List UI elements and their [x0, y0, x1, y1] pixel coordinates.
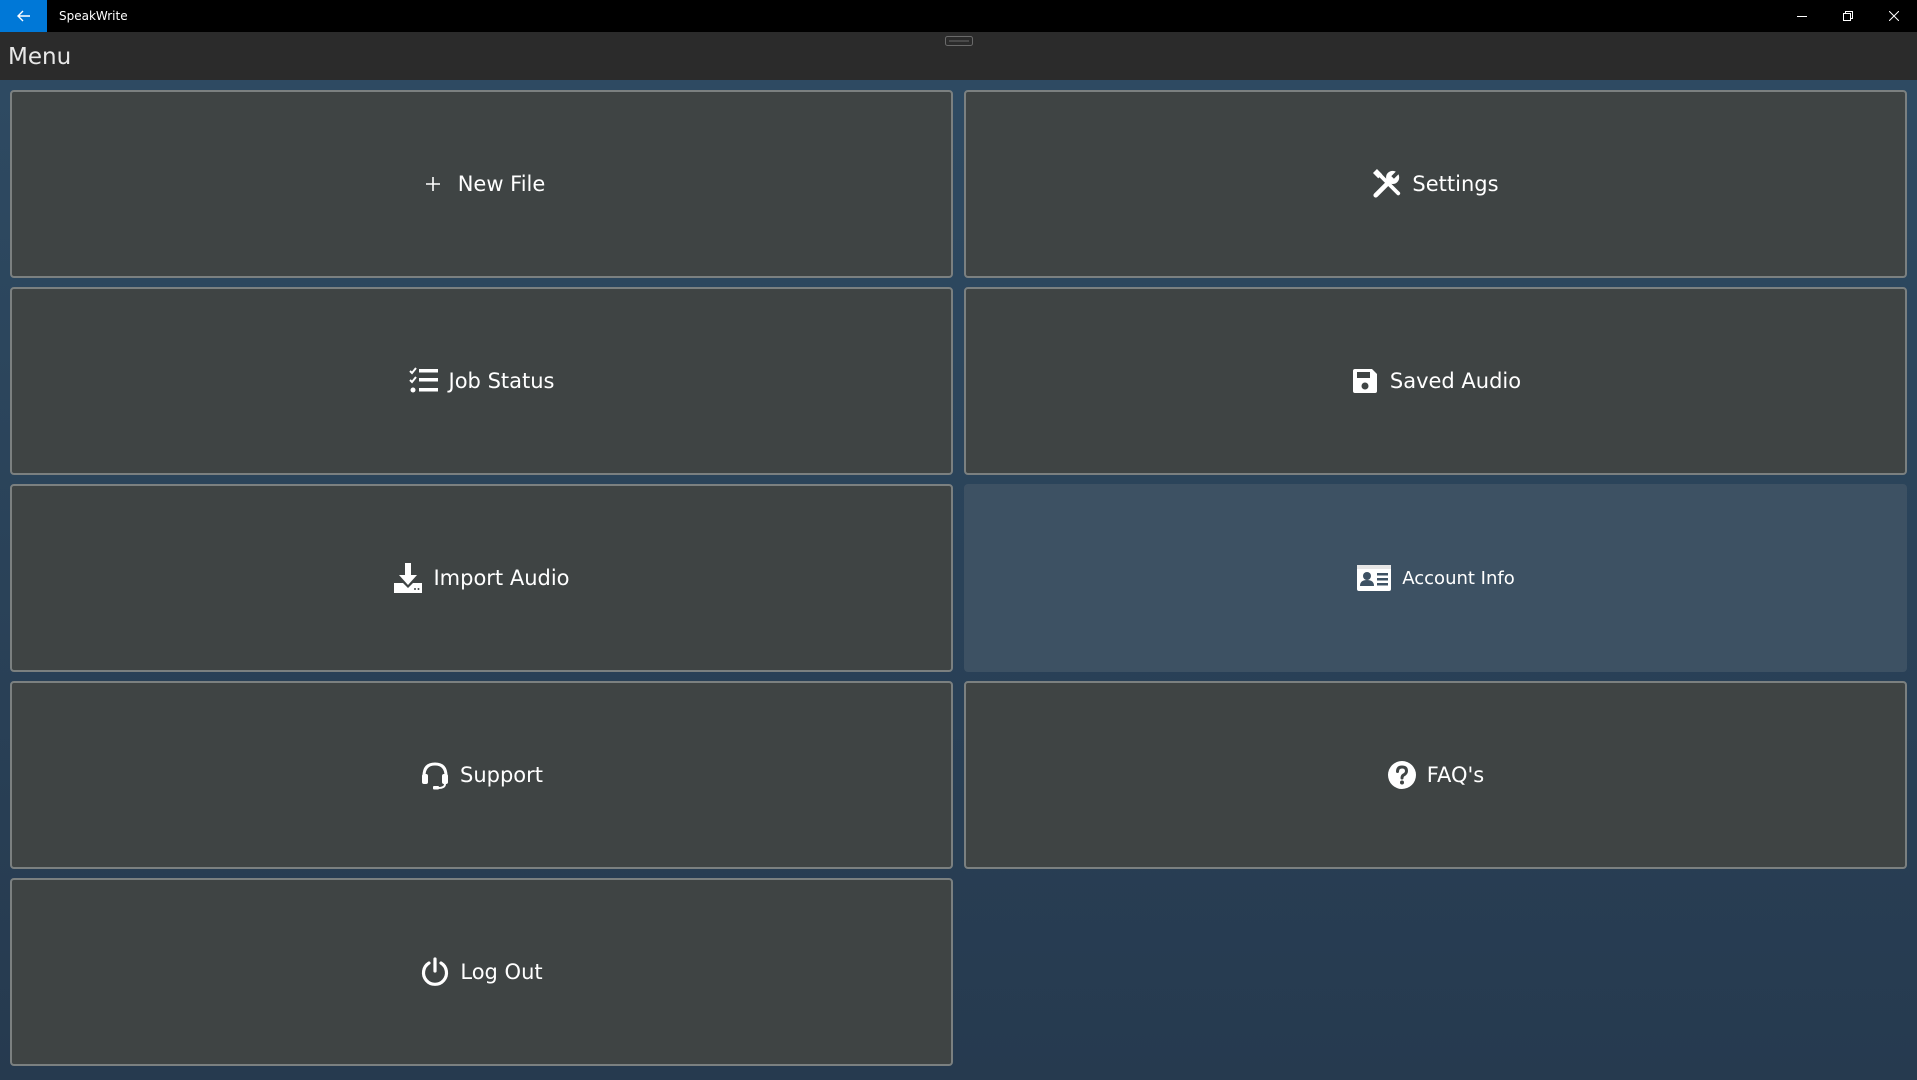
- checklist-icon: [408, 366, 439, 396]
- download-icon: [393, 563, 423, 593]
- tools-icon: [1372, 169, 1402, 199]
- tile-label: FAQ's: [1426, 763, 1485, 787]
- account-info-tile[interactable]: Account Info: [964, 484, 1907, 672]
- support-tile[interactable]: Support: [10, 681, 953, 869]
- power-icon: [420, 957, 450, 987]
- tile-label: Account Info: [1402, 567, 1515, 589]
- tile-label: Import Audio: [433, 566, 570, 590]
- close-button[interactable]: [1871, 0, 1917, 32]
- minimize-icon: [1797, 16, 1807, 17]
- page-title: Menu: [8, 44, 72, 70]
- saved-audio-tile[interactable]: Saved Audio: [964, 287, 1907, 475]
- page-header: Menu: [0, 32, 1917, 80]
- faqs-tile[interactable]: FAQ's: [964, 681, 1907, 869]
- tile-label: Support: [459, 763, 543, 787]
- back-button[interactable]: [0, 0, 47, 32]
- save-icon: [1350, 366, 1380, 396]
- log-out-tile[interactable]: Log Out: [10, 878, 953, 1066]
- close-icon: [1889, 11, 1899, 21]
- menu-grid: New File Settings Job Status Saved Audio…: [0, 80, 1917, 1080]
- tile-label: Log Out: [460, 960, 543, 984]
- restore-icon: [1843, 11, 1853, 21]
- restore-button[interactable]: [1825, 0, 1871, 32]
- tile-label: Job Status: [448, 369, 555, 393]
- title-bar: SpeakWrite: [0, 0, 1917, 32]
- plus-icon: [418, 169, 448, 199]
- question-circle-icon: [1387, 760, 1417, 790]
- minimize-button[interactable]: [1779, 0, 1825, 32]
- job-status-tile[interactable]: Job Status: [10, 287, 953, 475]
- import-audio-tile[interactable]: Import Audio: [10, 484, 953, 672]
- tile-label: New File: [457, 172, 546, 196]
- app-window: SpeakWrite Menu New File Settings Job St…: [0, 0, 1917, 1080]
- tile-label: Saved Audio: [1389, 369, 1522, 393]
- new-file-tile[interactable]: New File: [10, 90, 953, 278]
- arrow-left-icon: [16, 10, 30, 22]
- caption-buttons: [1779, 0, 1917, 32]
- tile-label: Settings: [1412, 172, 1499, 196]
- app-title: SpeakWrite: [59, 9, 128, 23]
- settings-tile[interactable]: Settings: [964, 90, 1907, 278]
- id-card-icon: [1356, 563, 1392, 593]
- drag-handle-icon[interactable]: [945, 36, 973, 46]
- headset-icon: [420, 760, 450, 790]
